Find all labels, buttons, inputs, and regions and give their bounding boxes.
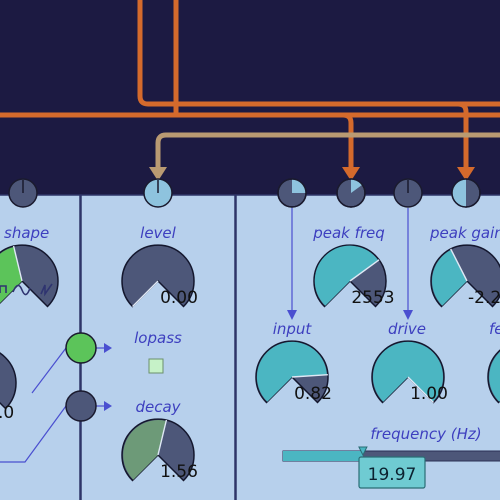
drive-value: 1.00 [410, 384, 448, 404]
port-peak-gain-in[interactable] [451, 178, 481, 208]
port-osc-out[interactable] [8, 178, 38, 208]
lopass-label: lopass [134, 329, 182, 347]
lopass-checkbox[interactable] [148, 358, 164, 374]
frequency-value: 19.97 [368, 465, 417, 485]
peak-gain-label: peak gain [429, 224, 500, 242]
decay-value: 1.56 [160, 462, 198, 482]
feedback-label: fe [489, 320, 500, 338]
port-level-in[interactable] [143, 178, 173, 208]
port-peak-freq-in[interactable] [336, 178, 366, 208]
oscillator-partial-value: .0 [0, 403, 14, 423]
peak-freq-value: 2553 [351, 288, 394, 308]
level-value: 0.00 [160, 288, 198, 308]
port-decay[interactable] [65, 390, 97, 422]
level-label: level [140, 224, 177, 242]
port-drive-mod[interactable] [393, 178, 423, 208]
input-value: 0.82 [294, 384, 332, 404]
drive-label: drive [388, 320, 426, 338]
port-filter-mod[interactable] [277, 178, 307, 208]
peak-gain-value: -2.2 [468, 288, 500, 308]
frequency-label: frequency (Hz) [370, 425, 481, 443]
cable-area [0, 0, 500, 195]
peak-freq-label: peak freq [312, 224, 385, 242]
patch-canvas: shape level lopass decay peak freq peak … [0, 0, 500, 500]
input-label: input [273, 320, 313, 338]
shape-label: shape [4, 224, 49, 242]
port-lopass[interactable] [65, 332, 97, 364]
decay-label: decay [135, 398, 181, 416]
